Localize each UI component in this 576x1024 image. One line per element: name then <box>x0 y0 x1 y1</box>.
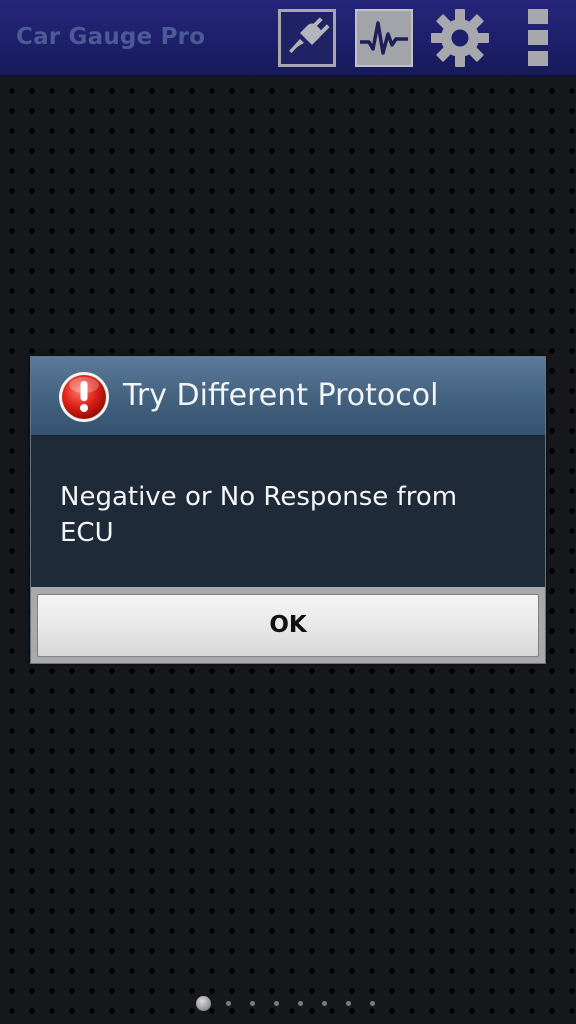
page-dot[interactable] <box>346 1001 351 1006</box>
page-dot[interactable] <box>322 1001 327 1006</box>
dialog-header: Try Different Protocol <box>31 357 545 437</box>
action-bar: Car Gauge Pro <box>0 0 576 77</box>
page-dot[interactable] <box>370 1001 375 1006</box>
page-indicator <box>195 995 385 1011</box>
page-dot[interactable] <box>298 1001 303 1006</box>
overflow-menu-icon[interactable] <box>521 9 555 67</box>
page-dot-active[interactable] <box>196 996 211 1011</box>
dialog-button-bar: OK <box>31 587 545 663</box>
alert-icon <box>58 371 110 423</box>
graph-icon[interactable] <box>355 9 413 67</box>
plug-icon[interactable] <box>278 9 336 67</box>
dialog-title: Try Different Protocol <box>123 378 439 413</box>
page-dot[interactable] <box>250 1001 255 1006</box>
app-title: Car Gauge Pro <box>16 24 206 50</box>
page-dot[interactable] <box>226 1001 231 1006</box>
dialog-message: Negative or No Response from ECU <box>60 482 458 548</box>
page-dot[interactable] <box>274 1001 279 1006</box>
alert-dialog: Try Different Protocol Negative or No Re… <box>30 356 546 664</box>
ok-button[interactable]: OK <box>37 594 539 657</box>
gear-icon[interactable] <box>431 9 489 67</box>
